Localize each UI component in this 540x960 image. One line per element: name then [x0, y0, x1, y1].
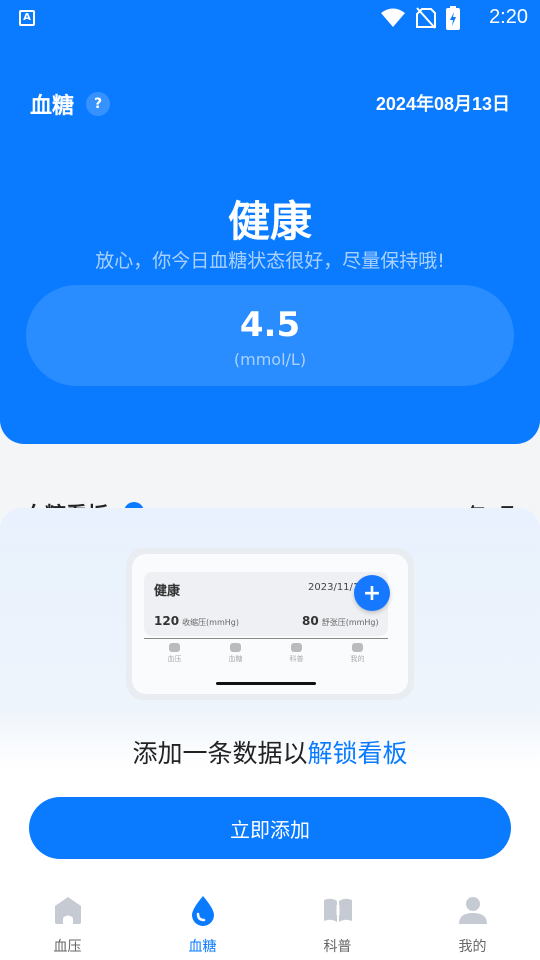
preview-screen: 健康 2023/11/12 120 收缩压(mmHg) 80 舒张压(mmHg) +…	[132, 554, 408, 694]
system-icons	[380, 6, 460, 30]
unlock-highlight: 解锁看板	[307, 739, 408, 768]
bottom-nav: 血压 血糖 科普 我的	[0, 880, 540, 960]
person-icon	[459, 897, 487, 924]
title-row: 血糖 ?	[30, 88, 111, 120]
nav-label: 血压	[53, 939, 82, 955]
nav-item-science[interactable]: 科普	[270, 880, 405, 960]
preview-tab: 血糖	[205, 639, 266, 668]
home-icon	[55, 897, 81, 924]
nav-label: 我的	[458, 939, 487, 955]
nav-item-blood-sugar[interactable]: 血糖	[135, 880, 270, 960]
nav-label: 血糖	[188, 939, 217, 955]
unlock-prefix: 添加一条数据以	[132, 739, 308, 768]
summary-card: 血糖 ? 2024年08月13日 健康 放心，你今日血糖状态很好，尽量保持哦! …	[0, 36, 540, 444]
preview-diastolic: 80 舒张压(mmHg)	[302, 614, 379, 628]
preview-illustration: 健康 2023/11/12 120 收缩压(mmHg) 80 舒张压(mmHg) +…	[126, 548, 414, 700]
preview-tabs: 血压 血糖 科普 我的	[144, 638, 388, 668]
glucose-value: 4.5	[239, 305, 301, 345]
preview-status: 健康	[154, 584, 181, 599]
status-tip: 放心，你今日血糖状态很好，尽量保持哦!	[95, 250, 445, 272]
status-bar: A 2:20	[0, 0, 540, 36]
unlock-message: 添加一条数据以解锁看板	[0, 734, 540, 770]
preview-tab: 科普	[266, 639, 327, 668]
preview-plus-icon: +	[354, 575, 390, 611]
preview-systolic: 120 收缩压(mmHg)	[154, 614, 239, 628]
help-icon[interactable]: ?	[86, 92, 111, 116]
page-title: 血糖	[30, 94, 75, 119]
header-date[interactable]: 2024年08月13日	[376, 90, 510, 116]
no-sim-icon	[416, 7, 436, 29]
wifi-icon	[381, 8, 405, 27]
app-notification-icon: A	[19, 10, 35, 26]
clock: 2:20	[489, 6, 528, 28]
nav-item-mine[interactable]: 我的	[405, 880, 540, 960]
drop-icon	[192, 896, 214, 926]
nav-label: 科普	[323, 939, 352, 955]
battery-charging-icon	[446, 6, 460, 30]
nav-item-blood-pressure[interactable]: 血压	[0, 880, 135, 960]
add-now-button[interactable]: 立即添加	[29, 797, 511, 859]
preview-tab: 我的	[327, 639, 388, 668]
health-status: 健康	[227, 197, 312, 246]
preview-card: 健康 2023/11/12 120 收缩压(mmHg) 80 舒张压(mmHg)	[144, 572, 388, 636]
glucose-value-pill: 4.5 (mmol/L)	[26, 285, 514, 386]
preview-home-bar	[216, 682, 316, 685]
preview-tab: 血压	[144, 639, 205, 668]
glucose-unit: (mmol/L)	[233, 350, 307, 369]
book-icon	[324, 898, 352, 922]
